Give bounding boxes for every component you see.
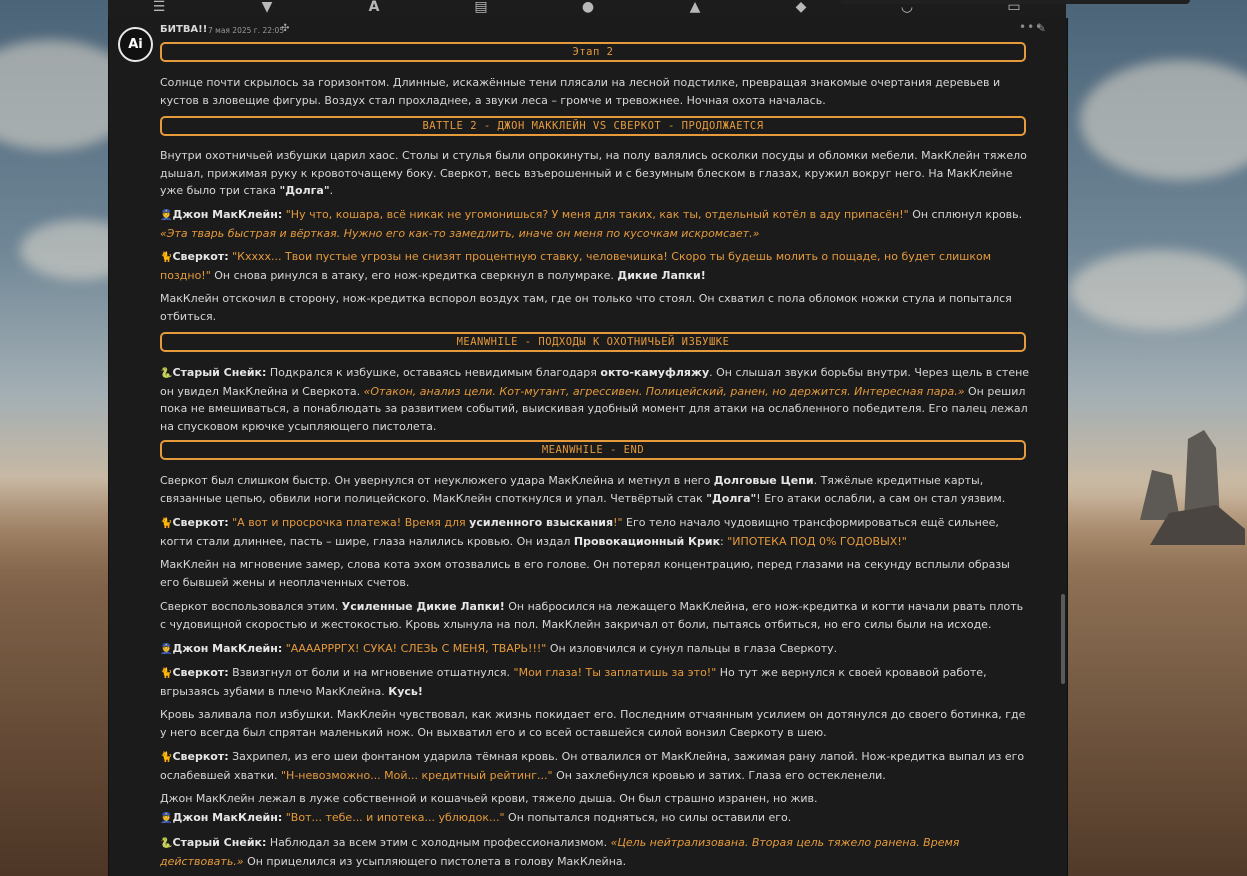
- paragraph: 🐈Сверкот: "А вот и просрочка платежа! Вр…: [160, 514, 1030, 550]
- quote: !": [613, 516, 623, 529]
- speaker-name: Сверкот:: [172, 516, 229, 529]
- cat-icon: 🐈: [160, 752, 173, 763]
- avatar[interactable]: Ai: [118, 27, 153, 62]
- quote: "ААААРРРГХ! СУКА! СЛЕЗЬ С МЕНЯ, ТВАРЬ!!!…: [285, 642, 547, 655]
- quote: "Мои глаза! Ты заплатишь за это!": [513, 666, 717, 679]
- skill: Кусь!: [388, 684, 423, 698]
- user-settings-icon[interactable]: ●: [575, 0, 601, 16]
- section-header: MEANWHILE - ПОДХОДЫ К ОХОТНИЧЬЕЙ ИЗБУШКЕ: [160, 332, 1026, 352]
- speaker-name: Сверкот:: [172, 250, 229, 263]
- thought: «Отакон, анализ цели. Кот-мутант, агресс…: [363, 384, 965, 398]
- cloud: [1070, 250, 1247, 330]
- paragraph: Сверкот был слишком быстр. Он увернулся …: [160, 472, 1030, 507]
- skill: Усиленные Дикие Лапки!: [341, 600, 505, 613]
- policeman-icon: 👮: [160, 210, 173, 221]
- text: Он снова ринулся в атаку, его нож-кредит…: [210, 268, 618, 282]
- speaker-name: Сверкот:: [172, 666, 229, 679]
- scrollbar-thumb[interactable]: [1061, 594, 1065, 684]
- scrollbar-track[interactable]: [1060, 18, 1066, 876]
- paragraph: Кровь заливала пол избушки. МакКлейн чув…: [160, 708, 1026, 739]
- ground-right: [1062, 496, 1247, 876]
- paragraph: 🐈Сверкот: Взвизгнул от боли и на мгновен…: [160, 664, 1030, 700]
- paragraph: Джон МакКлейн лежал в луже собственной и…: [160, 792, 818, 805]
- quote: "Н-невозможно... Мой... кредитный рейтин…: [281, 768, 553, 782]
- paragraph: 🐍Старый Снейк: Подкрался к избушке, оста…: [160, 364, 1030, 435]
- paragraph: Сверкот воспользовался этим. Усиленные Д…: [160, 598, 1030, 633]
- paragraph: Солнце почти скрылось за горизонтом. Дли…: [160, 76, 1001, 107]
- skill: Дикие Лапки!: [617, 268, 706, 282]
- speaker-name: Сверкот:: [172, 750, 229, 763]
- text: Он захлебнулся кровью и затих. Глаза его…: [552, 768, 886, 782]
- quote: "Вот... тебе... и ипотека... ублюдок...": [285, 811, 505, 824]
- post-date[interactable]: 7 мая 2025 г. 22:05: [208, 26, 284, 35]
- post-author[interactable]: БИТВА!!: [160, 24, 207, 35]
- text: Сверкот воспользовался этим.: [160, 600, 342, 613]
- top-right-bar: [840, 0, 1190, 4]
- speaker-name: Джон МакКлейн:: [172, 642, 283, 655]
- speaker-name: Старый Снейк:: [172, 366, 267, 379]
- thought: «Эта тварь быстрая и вёрткая. Нужно его …: [160, 226, 760, 240]
- section-header: MEANWHILE - END: [160, 440, 1026, 460]
- cubes-icon[interactable]: ◆: [788, 0, 814, 16]
- section-header: BATTLE 2 - ДЖОН МАККЛЕЙН VS СВЕРКОТ - ПР…: [160, 116, 1026, 136]
- speaker-name: Джон МакКлейн:: [172, 208, 283, 221]
- paragraph: Внутри охотничьей избушки царил хаос. Ст…: [160, 147, 1030, 200]
- paragraph: 🐍Старый Снейк: Наблюдал за всем этим с х…: [160, 834, 1030, 870]
- skill: окто-камуфляжу: [600, 366, 710, 379]
- highlight: "Долга": [279, 184, 330, 197]
- text: .: [329, 184, 334, 197]
- skill: Долговые Цепи: [713, 474, 814, 487]
- paragraph: 👮Джон МакКлейн: "Ну что, кошара, всё ник…: [160, 206, 1030, 242]
- quote: "А вот и просрочка платежа! Время для: [232, 516, 470, 529]
- policeman-icon: 👮: [160, 644, 173, 655]
- image-icon[interactable]: ▲: [682, 0, 708, 16]
- paragraph: 👮Джон МакКлейн: "Вот... тебе... и ипотек…: [160, 809, 1030, 828]
- text: ! Его атаки ослабли, а сам он стал уязви…: [756, 491, 1006, 505]
- text: Он прицелился из усыпляющего пистолета в…: [243, 854, 627, 868]
- snake-icon: 🐍: [160, 838, 173, 849]
- text: Наблюдал за всем этим с холодным професс…: [266, 836, 611, 849]
- sliders-icon[interactable]: ☰: [146, 0, 172, 16]
- skill: Провокационный Крик: [573, 534, 721, 548]
- paragraph: 🐈Сверкот: Захрипел, из его шеи фонтаном …: [160, 748, 1030, 784]
- paragraph: МакКлейн на мгновение замер, слова кота …: [160, 558, 1010, 589]
- bell-icon[interactable]: ▼: [254, 0, 280, 16]
- ground-left: [0, 476, 110, 876]
- text: Сверкот был слишком быстр. Он увернулся …: [160, 474, 714, 487]
- text: Он попытался подняться, но силы оставили…: [504, 811, 792, 824]
- fan-icon: ✣: [281, 23, 290, 34]
- cat-icon: 🐈: [160, 252, 173, 263]
- quote-bold: усиленного взыскания: [469, 516, 614, 529]
- highlight: "Долга": [706, 491, 757, 505]
- policeman-icon: 👮: [160, 813, 173, 824]
- font-icon[interactable]: A: [361, 0, 387, 16]
- paragraph: МакКлейн отскочил в сторону, нож-кредитк…: [160, 292, 1012, 323]
- cat-icon: 🐈: [160, 518, 173, 529]
- section-header: Этап 2: [160, 42, 1026, 62]
- text: Взвизгнул от боли и на мгновение отшатну…: [228, 666, 514, 679]
- quote: "ИПОТЕКА ПОД 0% ГОДОВЫХ!": [727, 534, 907, 548]
- paragraph: 👮Джон МакКлейн: "ААААРРРГХ! СУКА! СЛЕЗЬ …: [160, 640, 1030, 659]
- speaker-name: Старый Снейк:: [172, 836, 267, 849]
- speaker-name: Джон МакКлейн:: [172, 811, 283, 824]
- cat-icon: 🐈: [160, 668, 173, 679]
- snake-icon: 🐍: [160, 368, 173, 379]
- text: Подкрался к избушке, оставаясь невидимым…: [266, 366, 601, 379]
- paragraph: 🐈Сверкот: "Кхххх... Твои пустые угрозы н…: [160, 248, 1030, 284]
- book-icon[interactable]: ▤: [468, 0, 494, 16]
- edit-pencil-icon[interactable]: ✎: [1036, 21, 1046, 35]
- text: Он изловчился и сунул пальцы в глаза Све…: [546, 642, 838, 655]
- text: Он сплюнул кровь.: [908, 208, 1023, 221]
- quote: "Ну что, кошара, всё никак не угомонишьс…: [285, 208, 909, 221]
